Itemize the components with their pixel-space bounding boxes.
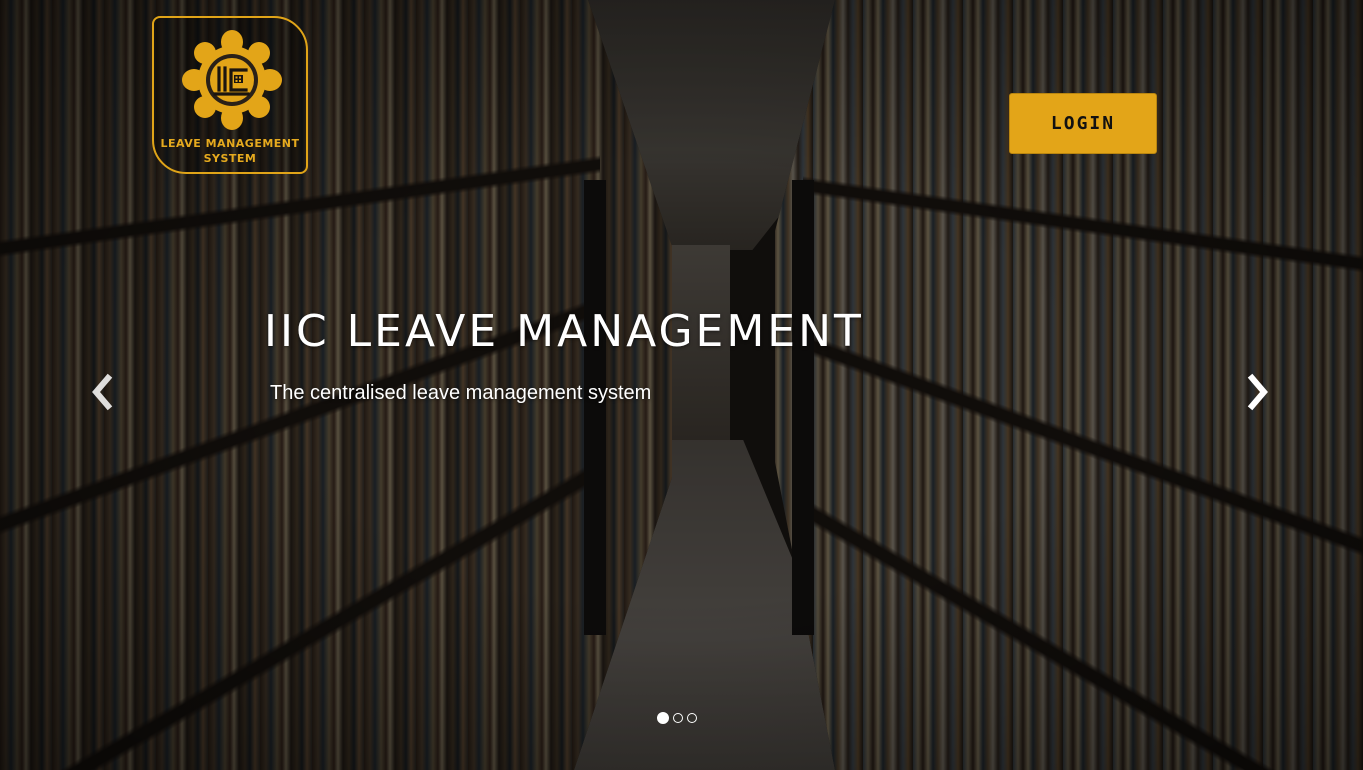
logo-text-line1: LEAVE MANAGEMENT <box>160 137 300 150</box>
carousel-prev-button[interactable] <box>86 372 120 412</box>
hero-carousel: LEAVE MANAGEMENT SYSTEM LOGIN IIC LEAVE … <box>0 0 1363 770</box>
carousel-next-button[interactable] <box>1240 372 1274 412</box>
brand-logo[interactable]: LEAVE MANAGEMENT SYSTEM <box>152 16 308 174</box>
logo-text-line2: SYSTEM <box>203 152 257 165</box>
carousel-title: IIC LEAVE MANAGEMENT <box>264 306 864 357</box>
carousel-indicator-2[interactable] <box>673 713 683 723</box>
chevron-right-icon <box>1247 373 1268 411</box>
chevron-left-icon <box>92 373 113 411</box>
carousel-indicator-1[interactable] <box>657 712 669 724</box>
carousel-subtitle: The centralised leave management system <box>270 382 652 404</box>
flower-emblem-icon <box>182 30 282 130</box>
carousel-indicator-3[interactable] <box>687 713 697 723</box>
logo-text: LEAVE MANAGEMENT SYSTEM <box>154 136 306 166</box>
login-button[interactable]: LOGIN <box>1009 93 1157 154</box>
carousel-indicators <box>657 712 697 724</box>
